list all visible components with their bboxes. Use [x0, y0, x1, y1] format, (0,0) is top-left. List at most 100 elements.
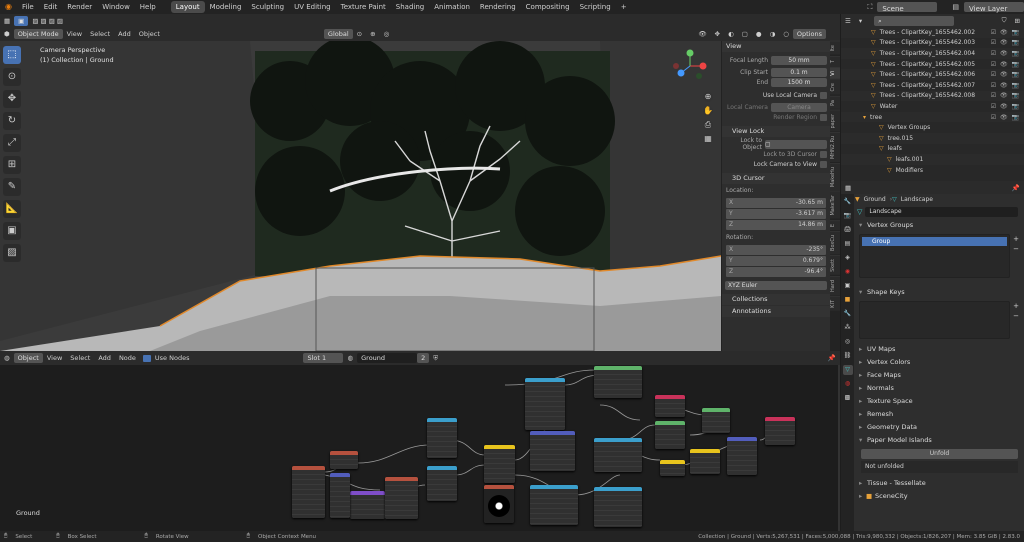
outliner-search-input[interactable]: ⌕ — [874, 15, 955, 26]
focal-length-field[interactable]: 50 mm — [771, 55, 827, 65]
node-image-preview[interactable] — [484, 485, 514, 523]
side-tab-boxcutter[interactable]: BoxCu — [830, 231, 840, 254]
side-tab-item[interactable]: Ite — [830, 41, 840, 55]
render-region-checkbox[interactable] — [820, 113, 827, 121]
overlay-icon[interactable]: ◐ — [724, 30, 738, 38]
view-panel-header[interactable]: View — [722, 41, 830, 52]
outliner-item[interactable]: ▽ Trees - ClipartKey_1655462.008 ☑ 👁 📷 — [841, 90, 1024, 102]
shading-rendered-icon[interactable]: ○ — [779, 30, 793, 38]
tissue-panel[interactable]: Tissue - Tessellate — [853, 477, 1024, 490]
clip-end-field[interactable]: 1500 m — [771, 77, 827, 87]
options-button[interactable]: Options — [792, 29, 826, 39]
side-tab-hard[interactable]: Hard — [830, 275, 840, 295]
properties-section-face-maps[interactable]: Face Maps — [853, 369, 1024, 382]
node-mix-shader[interactable] — [655, 421, 685, 449]
outliner-item[interactable]: ▽ leafs.001 — [841, 154, 1024, 165]
add-shape-key-icon[interactable]: + — [1013, 302, 1019, 310]
visibility-toggle-icons[interactable]: ☑ 👁 📷 — [991, 39, 1020, 46]
mesh-name-field[interactable]: Landscape — [865, 207, 1018, 217]
collections-header[interactable]: Collections — [722, 294, 830, 305]
transform-tool-icon[interactable]: ⊞ — [3, 156, 21, 174]
material-tab-icon[interactable]: ◍ — [843, 379, 853, 389]
cursor-tool-icon[interactable]: ⊙ — [3, 68, 21, 86]
xray-icon[interactable]: ▢ — [738, 30, 752, 38]
pin-icon[interactable]: 📌 — [1008, 184, 1024, 192]
breadcrumb-object[interactable]: Ground — [860, 196, 890, 203]
tab-animation[interactable]: Animation — [429, 1, 475, 13]
gizmo-icon[interactable]: ✥ — [711, 30, 724, 38]
node-menu-node[interactable]: Node — [115, 354, 140, 362]
node-group-1[interactable] — [350, 491, 385, 519]
outliner-editor-icon[interactable]: ☰ — [841, 17, 855, 25]
side-tab-sketch[interactable]: Skett — [830, 255, 840, 275]
menu-file[interactable]: File — [17, 0, 39, 14]
node-principled-bsdf[interactable] — [594, 366, 642, 398]
tab-rendering[interactable]: Rendering — [475, 1, 521, 13]
node-menu-add[interactable]: Add — [94, 354, 115, 362]
outliner-funnel-icon[interactable]: ⛉ — [998, 16, 1011, 25]
orientation-selector[interactable]: Global — [323, 29, 353, 39]
shading-material-icon[interactable]: ◑ — [766, 30, 780, 38]
particles-tab-icon[interactable]: ⁂ — [843, 323, 853, 333]
vertex-group-list[interactable]: Group + − — [859, 234, 1019, 278]
selection-mode-icons[interactable]: ▨ ▨ ▨ ▨ — [28, 17, 67, 25]
clip-start-field[interactable]: 0.1 m — [771, 67, 827, 77]
lock-camera-checkbox[interactable] — [820, 160, 827, 168]
tab-layout[interactable]: Layout — [170, 1, 205, 13]
properties-section-paper-model-islands[interactable]: Paper Model Islands — [853, 434, 1024, 447]
node-editor[interactable]: Ground — [0, 365, 840, 531]
node-add-shader[interactable] — [702, 408, 730, 433]
blender-logo-icon[interactable]: ◉ — [0, 0, 17, 14]
node-menu-select[interactable]: Select — [66, 354, 94, 362]
material-browse-icon[interactable]: ◍ — [343, 354, 357, 362]
shader-type-select[interactable]: Object — [13, 353, 43, 363]
properties-section-normals[interactable]: Normals — [853, 382, 1024, 395]
scale-tool-icon[interactable]: ⤢ — [3, 134, 21, 152]
visibility-toggle-icons[interactable]: ☑ 👁 📷 — [991, 61, 1020, 68]
data-type-icon[interactable]: ▽ — [857, 208, 862, 216]
visibility-toggle-icons[interactable]: ☑ 👁 📷 — [991, 92, 1020, 99]
scene-selector[interactable]: Scene — [877, 2, 938, 13]
material-users-count[interactable]: 2 — [417, 353, 430, 363]
properties-section-vertex-colors[interactable]: Vertex Colors — [853, 356, 1024, 369]
use-local-camera-checkbox[interactable] — [820, 91, 827, 99]
node-mix-2[interactable] — [690, 449, 720, 474]
select-tool-icon[interactable]: ⬚ — [3, 46, 21, 64]
vertex-groups-panel[interactable]: Vertex Groups — [853, 219, 1024, 232]
side-tab-tool[interactable]: T — [830, 55, 840, 66]
texture-tab-icon[interactable]: ▩ — [843, 393, 853, 403]
side-tab-e[interactable]: E — [830, 219, 840, 231]
snap-icon[interactable]: ⊕ — [366, 30, 379, 38]
visibility-toggle-icons[interactable]: ☑ 👁 📷 — [991, 50, 1020, 57]
properties-section-remesh[interactable]: Remesh — [853, 408, 1024, 421]
object-tab-icon[interactable]: ■ — [843, 295, 853, 305]
visibility-toggle-icons[interactable]: ☑ 👁 📷 — [991, 103, 1020, 110]
add-cube-tool-icon[interactable]: ▣ — [3, 222, 21, 240]
world-tab-icon[interactable]: ◉ — [843, 267, 853, 277]
outliner-filter-icon[interactable]: ▾ — [855, 17, 866, 25]
outliner-item[interactable]: ▽ Modifiers — [841, 165, 1024, 176]
vertex-group-item[interactable]: Group — [862, 237, 1007, 246]
outliner-item[interactable]: ▽ Trees - ClipartKey_1655462.002 ☑ 👁 📷 — [841, 27, 1024, 38]
visibility-toggle-icons[interactable]: ☑ 👁 📷 — [991, 114, 1020, 121]
viewport-menu-object[interactable]: Object — [135, 30, 164, 38]
cursor-loc-z[interactable]: Z 14.86 m — [726, 220, 826, 230]
3d-cursor-header[interactable]: 3D Cursor — [722, 173, 830, 184]
node-vector-math[interactable] — [330, 473, 350, 518]
side-tab-pa[interactable]: Pa — [830, 95, 840, 109]
side-tab-kit[interactable]: KIT — [830, 295, 840, 311]
scenecity-panel[interactable]: ■SceneCity — [853, 490, 1024, 503]
camera-view-icon[interactable]: ⎙ — [703, 120, 713, 130]
remove-vertex-group-icon[interactable]: − — [1013, 245, 1019, 253]
node-noise-texture[interactable] — [385, 477, 418, 519]
tool-tab-icon[interactable]: 🔧 — [843, 197, 853, 207]
add-workspace-icon[interactable]: + — [616, 0, 632, 14]
select-box-icon[interactable]: ▣ — [14, 15, 29, 26]
editor-type-icon[interactable]: ⬢ — [0, 30, 14, 38]
node-mapping[interactable] — [330, 451, 358, 469]
breadcrumb-data[interactable]: Landscape — [897, 196, 937, 203]
node-displacement[interactable] — [727, 437, 757, 475]
node-bump[interactable] — [530, 431, 575, 471]
node-color-ramp-3[interactable] — [525, 378, 565, 430]
proportional-icon[interactable]: ◎ — [380, 30, 394, 38]
